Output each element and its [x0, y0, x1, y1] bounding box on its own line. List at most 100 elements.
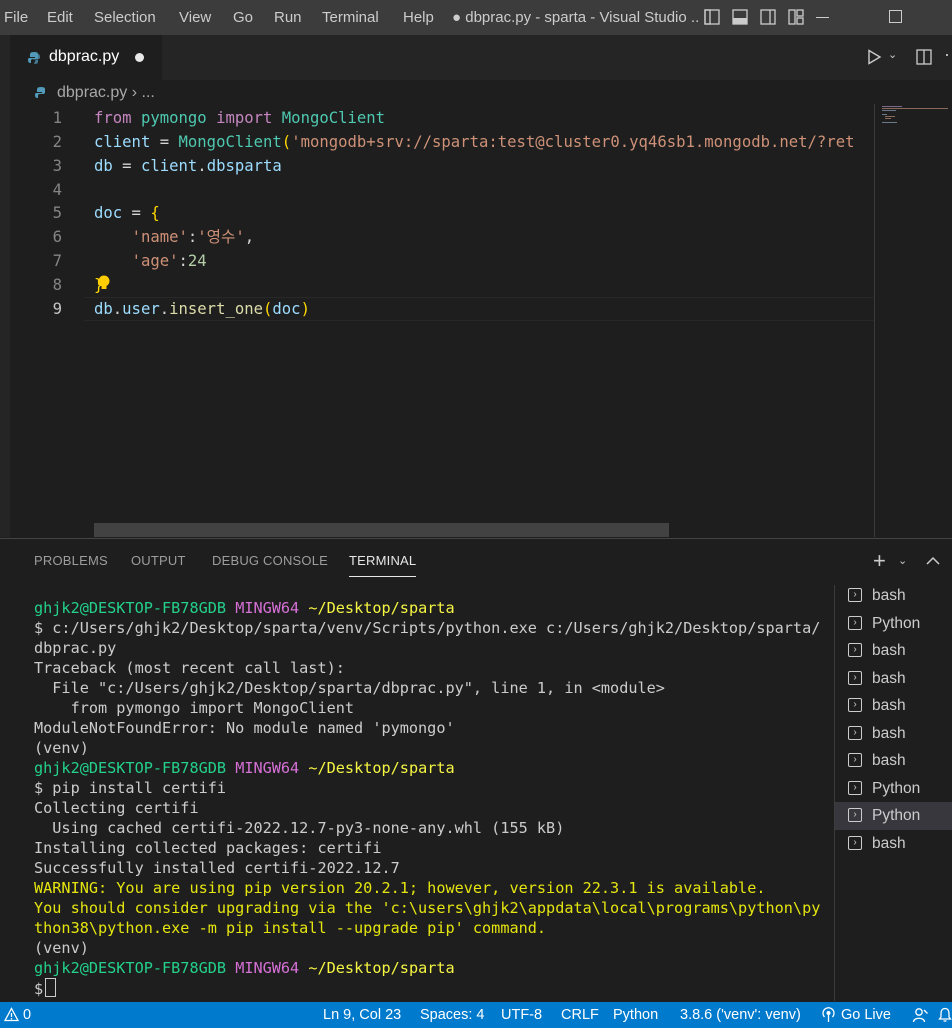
python-interpreter[interactable]: 3.8.6 ('venv': venv): [680, 1002, 801, 1028]
breadcrumb-more[interactable]: ...: [142, 84, 155, 101]
line-number: 1: [52, 109, 62, 127]
tab-label[interactable]: dbprac.py: [49, 48, 119, 66]
menu-run[interactable]: Run: [274, 0, 302, 35]
terminal-line: Successfully installed certifi-2022.12.7: [34, 859, 400, 877]
terminal-name: bash: [872, 642, 906, 659]
terminal-line: dbprac.py: [34, 639, 117, 657]
horizontal-scrollbar[interactable]: [94, 523, 669, 537]
code-line-7[interactable]: 'age':24: [94, 249, 207, 273]
split-editor-icon[interactable]: [916, 49, 932, 65]
line-number: 5: [52, 204, 62, 222]
terminal-name: Python: [872, 780, 921, 797]
menu-terminal[interactable]: Terminal: [322, 0, 379, 35]
terminal-name: bash: [872, 587, 906, 604]
panel-divider[interactable]: [0, 538, 952, 539]
menu-file[interactable]: File: [4, 0, 28, 35]
terminal-line: Using cached certifi-2022.12.7-py3-none-…: [34, 819, 565, 837]
terminal-icon: ›: [848, 726, 862, 740]
python-file-icon: [34, 87, 45, 98]
terminal-list-item[interactable]: › bash: [835, 720, 952, 748]
terminal-icon: ›: [848, 808, 862, 822]
customize-layout-icon[interactable]: [788, 9, 804, 25]
minimap-border: [874, 104, 875, 537]
menu-edit[interactable]: Edit: [47, 0, 73, 35]
active-tab-indicator: [349, 576, 416, 577]
toggle-panel-icon[interactable]: [732, 9, 748, 25]
terminal-line: $ c:/Users/ghjk2/Desktop/sparta/venv/Scr…: [34, 619, 821, 637]
indentation[interactable]: Spaces: 4: [420, 1002, 485, 1028]
menu-selection[interactable]: Selection: [94, 0, 156, 35]
activity-edge: [0, 80, 10, 537]
python-file-icon: [27, 52, 41, 64]
more-actions-icon[interactable]: ·: [944, 44, 950, 65]
tab-output[interactable]: OUTPUT: [131, 553, 186, 568]
terminal-env: MINGW64: [235, 599, 300, 617]
breadcrumb-file[interactable]: dbprac.py: [57, 84, 127, 101]
language-mode[interactable]: Python: [613, 1002, 658, 1028]
minimize-icon[interactable]: [816, 17, 829, 18]
tab-terminal[interactable]: TERMINAL: [349, 553, 416, 568]
terminal-icon: ›: [848, 643, 862, 657]
tab-problems[interactable]: PROBLEMS: [34, 553, 108, 568]
new-terminal-icon[interactable]: +: [873, 548, 886, 574]
toggle-primary-sidebar-icon[interactable]: [704, 9, 720, 25]
terminal-name: bash: [872, 752, 906, 769]
line-number: 3: [52, 157, 62, 175]
terminal-list-item[interactable]: › Python: [835, 775, 952, 803]
terminal-cursor[interactable]: [45, 978, 57, 997]
terminal-list-item[interactable]: › bash: [835, 692, 952, 720]
terminal-list-item[interactable]: › Python: [835, 610, 952, 638]
minimap[interactable]: [882, 106, 952, 126]
terminal-line: Installing collected packages: certifi: [34, 839, 382, 857]
terminal-profile-dropdown-icon[interactable]: ⌄: [898, 554, 907, 567]
terminal-list-item[interactable]: › bash: [835, 582, 952, 610]
run-icon[interactable]: [866, 49, 882, 65]
code-line-9[interactable]: db.user.insert_one(doc): [94, 297, 310, 321]
terminal-list-item[interactable]: › bash: [835, 830, 952, 858]
terminal-list-item[interactable]: › bash: [835, 747, 952, 775]
terminal-list-item-selected[interactable]: › Python: [835, 802, 952, 830]
terminal-icon: ›: [848, 588, 862, 602]
tab-debug-console[interactable]: DEBUG CONSOLE: [212, 553, 328, 568]
code-line-6[interactable]: 'name':'영수',: [94, 225, 255, 249]
terminal-name: bash: [872, 670, 906, 687]
terminal-output[interactable]: ghjk2@DESKTOP-FB78GDB MINGW64 ~/Desktop/…: [34, 598, 820, 998]
terminal-name: Python: [872, 615, 921, 632]
notifications-icon[interactable]: [938, 1007, 952, 1023]
terminal-path: ~/Desktop/sparta: [308, 759, 455, 777]
code-line-2[interactable]: client = MongoClient('mongodb+srv://spar…: [94, 130, 874, 154]
terminal-icon: ›: [848, 836, 862, 850]
warning-icon[interactable]: [4, 1007, 19, 1022]
terminal-list-item[interactable]: › bash: [835, 665, 952, 693]
menu-view[interactable]: View: [179, 0, 211, 35]
code-line-3[interactable]: db = client.dbsparta: [94, 154, 282, 178]
terminal-path: ~/Desktop/sparta: [308, 599, 455, 617]
broadcast-icon[interactable]: [821, 1007, 836, 1023]
end-of-line[interactable]: CRLF: [561, 1002, 599, 1028]
line-number: 4: [52, 181, 62, 199]
code-line-1[interactable]: from pymongo import MongoClient: [94, 106, 874, 130]
go-live-button[interactable]: Go Live: [841, 1002, 891, 1028]
code-line-5[interactable]: doc = {: [94, 201, 160, 225]
run-dropdown-icon[interactable]: ⌄: [888, 48, 897, 61]
terminal-list-item[interactable]: › bash: [835, 637, 952, 665]
menu-help[interactable]: Help: [403, 0, 434, 35]
terminal-warning: WARNING: You are using pip version 20.2.…: [34, 879, 766, 897]
menu-go[interactable]: Go: [233, 0, 253, 35]
breadcrumb-separator: ›: [131, 84, 138, 101]
cursor-position[interactable]: Ln 9, Col 23: [323, 1002, 401, 1028]
unsaved-dot-icon[interactable]: [135, 53, 144, 62]
terminal-prompt: $: [34, 980, 44, 998]
maximize-panel-icon[interactable]: [926, 556, 940, 566]
problems-count[interactable]: 0: [23, 1002, 31, 1028]
line-number: 2: [52, 133, 62, 151]
breadcrumb[interactable]: dbprac.py › ...: [57, 84, 155, 102]
terminal-icon: ›: [848, 781, 862, 795]
accounts-icon[interactable]: [912, 1007, 929, 1023]
maximize-icon[interactable]: [889, 10, 902, 23]
line-number: 6: [52, 228, 62, 246]
encoding[interactable]: UTF-8: [501, 1002, 542, 1028]
terminal-line: (venv): [34, 739, 89, 757]
lightbulb-icon[interactable]: [96, 274, 112, 292]
toggle-secondary-sidebar-icon[interactable]: [760, 9, 776, 25]
